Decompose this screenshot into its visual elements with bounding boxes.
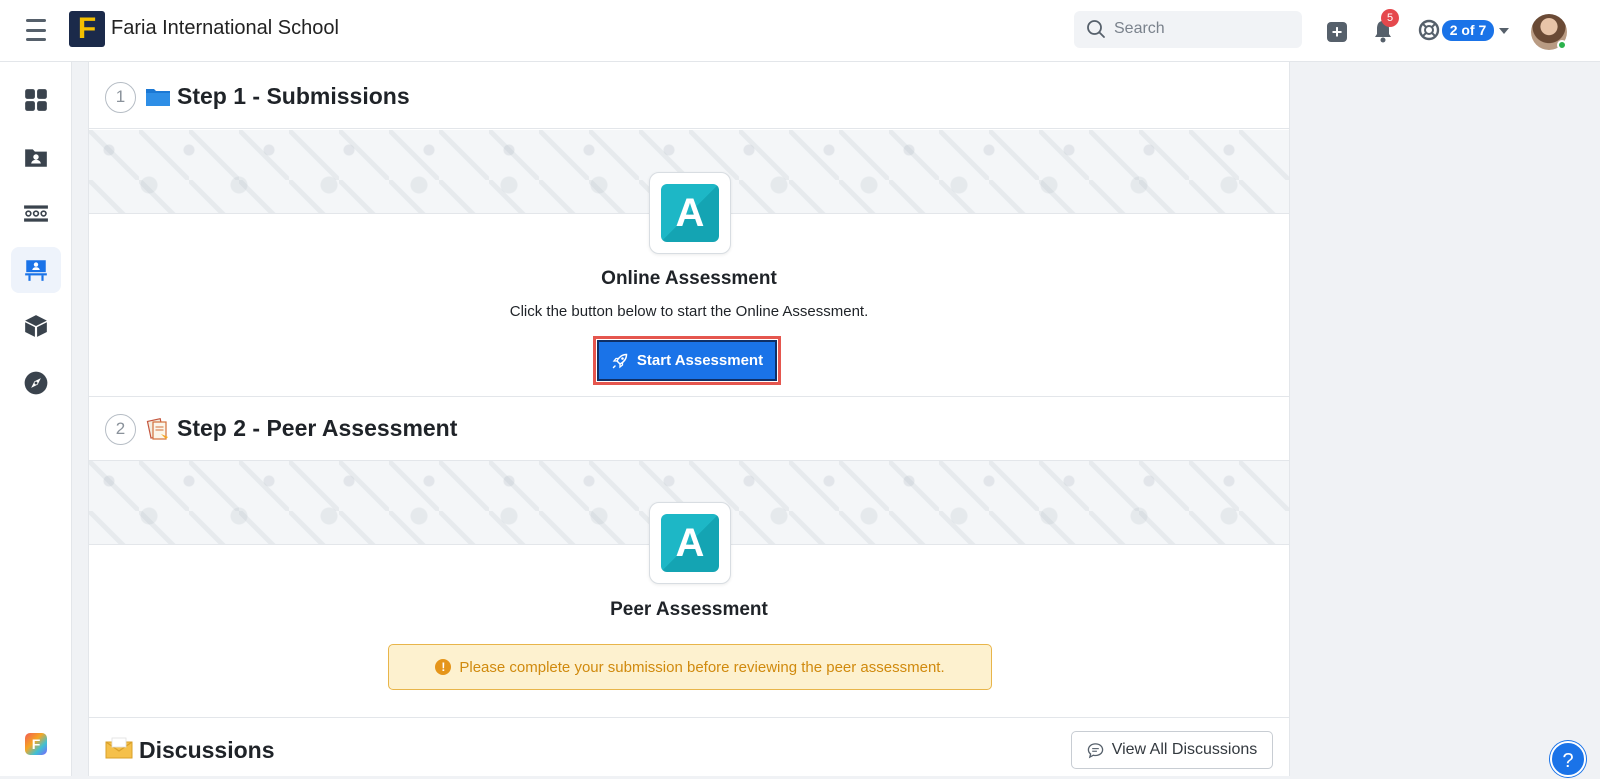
logo-letter: F xyxy=(77,12,97,45)
compass-icon xyxy=(24,371,48,395)
app-letter: A xyxy=(661,184,719,242)
student-folder-icon xyxy=(25,149,47,167)
hamburger-menu-icon[interactable] xyxy=(26,19,46,41)
help-button[interactable]: ? xyxy=(1550,741,1586,777)
documents-icon xyxy=(146,418,168,440)
sidebar-item-classes[interactable] xyxy=(11,190,61,236)
sidebar-item-explore[interactable] xyxy=(11,360,61,406)
step-1-header: 1 Step 1 - Submissions xyxy=(89,65,1289,129)
warning-icon: ! xyxy=(435,659,452,675)
main-content: 1 Step 1 - Submissions A Online Assessme… xyxy=(88,62,1290,776)
step-title: Step 1 - Submissions xyxy=(177,83,410,109)
section-title: Peer Assessment xyxy=(610,599,768,620)
warning-text: Please complete your submission before r… xyxy=(459,658,945,676)
discussions-header: Discussions View All Discussions xyxy=(89,717,1289,776)
online-assessment-app-icon: A xyxy=(649,172,731,254)
step-number: 2 xyxy=(105,414,136,445)
lifebuoy-icon[interactable] xyxy=(1418,19,1440,41)
step-title: Step 2 - Peer Assessment xyxy=(177,415,458,441)
step-number: 1 xyxy=(105,82,136,113)
chevron-down-icon[interactable] xyxy=(1499,28,1509,34)
dashboard-icon xyxy=(25,89,47,111)
rocket-icon xyxy=(612,353,628,368)
discussions-title: Discussions xyxy=(139,737,275,763)
start-assessment-button[interactable]: Start Assessment xyxy=(597,340,777,381)
online-status-indicator xyxy=(1557,40,1567,50)
start-assessment-label: Start Assessment xyxy=(636,352,764,369)
notification-count-badge: 5 xyxy=(1381,9,1399,27)
sidebar-item-students[interactable] xyxy=(11,134,61,180)
warning-alert: ! Please complete your submission before… xyxy=(388,644,992,690)
right-panel xyxy=(1290,62,1600,776)
school-logo[interactable]: F xyxy=(69,11,105,47)
view-all-discussions-label: View All Discussions xyxy=(1111,741,1258,758)
section-title: Online Assessment xyxy=(601,268,777,289)
teacher-board-icon xyxy=(25,260,47,281)
help-progress-badge[interactable]: 2 of 7 xyxy=(1442,20,1494,41)
peer-assessment-app-icon: A xyxy=(649,502,731,584)
envelope-icon xyxy=(105,737,133,759)
search-placeholder: Search xyxy=(1114,20,1165,37)
chat-bubble-icon xyxy=(1087,742,1103,758)
folder-icon xyxy=(146,89,170,106)
box-icon xyxy=(25,315,47,337)
section-description: Click the button below to start the Onli… xyxy=(509,303,869,320)
classroom-icon xyxy=(24,205,48,222)
sidebar: F xyxy=(0,62,72,776)
school-name[interactable]: Faria International School xyxy=(111,17,339,40)
step-2-header: 2 Step 2 - Peer Assessment xyxy=(89,396,1289,461)
sidebar-item-dashboard[interactable] xyxy=(11,77,61,123)
add-button[interactable]: + xyxy=(1327,22,1347,42)
search-icon xyxy=(1087,20,1105,38)
app-letter: A xyxy=(661,514,719,572)
sidebar-item-resources[interactable] xyxy=(11,303,61,349)
view-all-discussions-button[interactable]: View All Discussions xyxy=(1071,731,1273,769)
top-bar: F Faria International School Search + 5 … xyxy=(0,0,1600,62)
app-switcher-icon[interactable]: F xyxy=(25,733,47,755)
search-input[interactable]: Search xyxy=(1074,11,1302,48)
sidebar-item-teaching[interactable] xyxy=(11,247,61,293)
